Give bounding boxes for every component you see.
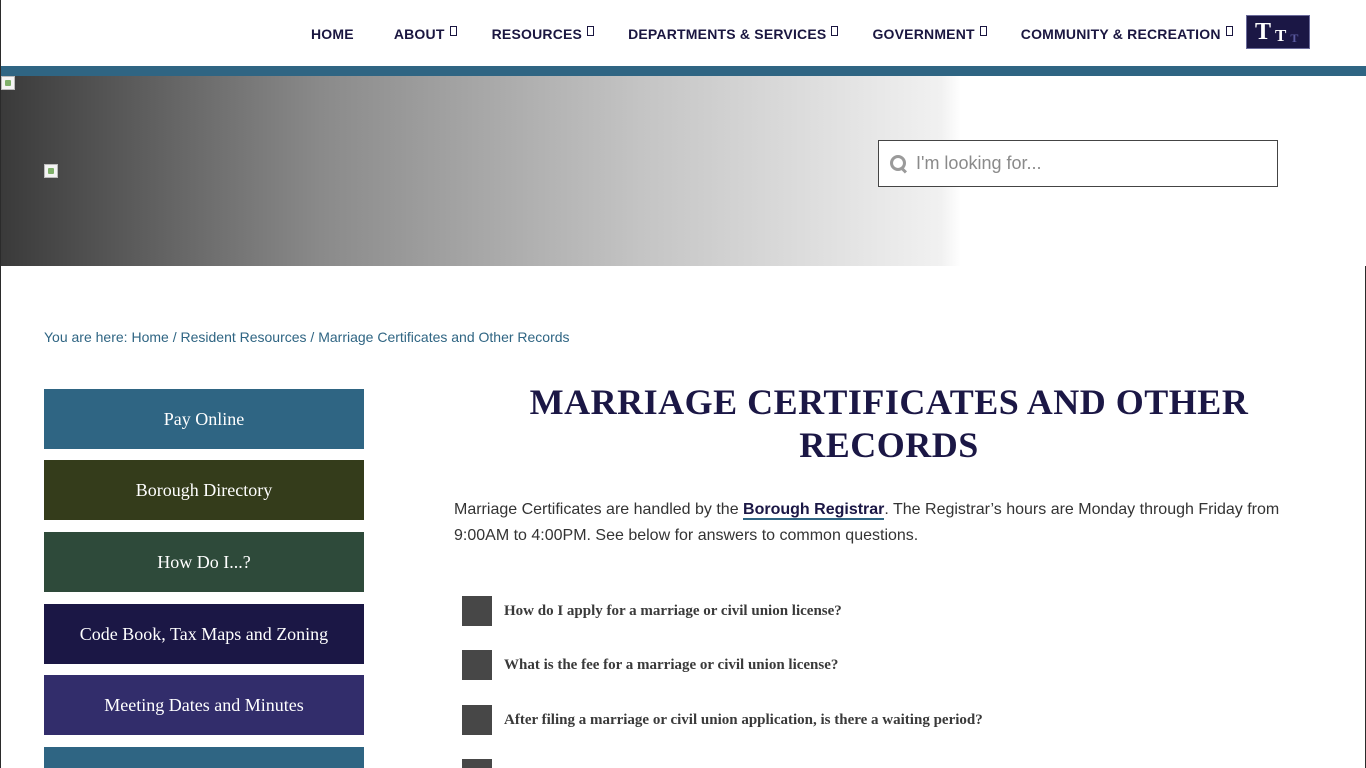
intro-paragraph: Marriage Certificates are handled by the… bbox=[454, 497, 1294, 549]
dropdown-icon bbox=[587, 26, 595, 36]
top-navigation: HOME ABOUT RESOURCES DEPARTMENTS & SERVI… bbox=[1, 0, 1366, 66]
broken-image-icon bbox=[1, 76, 15, 90]
nav-item-label: COMMUNITY & RECREATION bbox=[1020, 26, 1221, 42]
faq-question: How do I apply for a marriage or civil u… bbox=[504, 602, 842, 619]
breadcrumb-separator: / bbox=[168, 329, 181, 345]
search-input[interactable] bbox=[916, 153, 1256, 174]
button-label: Borough Directory bbox=[135, 479, 273, 500]
site-logo[interactable]: T T T bbox=[1246, 15, 1310, 49]
button-label: Meeting Dates and Minutes bbox=[104, 694, 304, 715]
nav-item-label: ABOUT bbox=[393, 26, 445, 42]
nav-item-label: RESOURCES bbox=[491, 26, 583, 42]
breadcrumb-prefix: You are here: bbox=[44, 329, 132, 345]
breadcrumb-resident-resources[interactable]: Resident Resources bbox=[180, 329, 306, 345]
borough-registrar-link[interactable]: Borough Registrar bbox=[743, 501, 885, 520]
dropdown-icon bbox=[449, 26, 457, 36]
faq-question: What is the fee for a marriage or civil … bbox=[504, 656, 839, 673]
nav-item-label: HOME bbox=[311, 26, 354, 42]
meeting-dates-button[interactable]: Meeting Dates and Minutes bbox=[44, 675, 364, 735]
breadcrumb-separator: / bbox=[306, 329, 319, 345]
logo-letter: T bbox=[1255, 19, 1272, 45]
dropdown-icon bbox=[1225, 26, 1233, 36]
faq-item[interactable]: After filing a marriage or civil union a… bbox=[462, 705, 983, 735]
faq-item[interactable] bbox=[462, 759, 504, 768]
faq-toggle-icon[interactable] bbox=[462, 705, 492, 735]
logo-letter: T bbox=[1290, 31, 1299, 45]
logo-letter: T bbox=[1275, 26, 1287, 45]
nav-item-departments-services[interactable]: DEPARTMENTS & SERVICES bbox=[628, 26, 839, 42]
nav-menu: HOME ABOUT RESOURCES DEPARTMENTS & SERVI… bbox=[311, 26, 1233, 42]
breadcrumb: You are here: Home / Resident Resources … bbox=[44, 329, 570, 345]
faq-toggle-icon[interactable] bbox=[462, 759, 492, 768]
borough-directory-button[interactable]: Borough Directory bbox=[44, 460, 364, 520]
button-label: Pay Online bbox=[163, 408, 245, 429]
nav-item-community-recreation[interactable]: COMMUNITY & RECREATION bbox=[1021, 26, 1233, 42]
nav-accent-strip bbox=[1, 66, 1366, 76]
nav-item-resources[interactable]: RESOURCES bbox=[491, 26, 595, 42]
search-icon bbox=[890, 154, 908, 174]
page-title-line: RECORDS bbox=[799, 425, 979, 465]
breadcrumb-current: Marriage Certificates and Other Records bbox=[318, 329, 570, 345]
faq-toggle-icon[interactable] bbox=[462, 650, 492, 680]
code-book-button[interactable]: Code Book, Tax Maps and Zoning bbox=[44, 604, 364, 664]
breadcrumb-home[interactable]: Home bbox=[131, 329, 168, 345]
dropdown-icon bbox=[979, 26, 987, 36]
nav-item-home[interactable]: HOME bbox=[311, 26, 354, 42]
how-do-i-button[interactable]: How Do I...? bbox=[44, 532, 364, 592]
page-title: MARRIAGE CERTIFICATES AND OTHER RECORDS bbox=[454, 381, 1324, 467]
faq-item[interactable]: What is the fee for a marriage or civil … bbox=[462, 650, 838, 680]
dropdown-icon bbox=[831, 26, 839, 36]
button-label: Code Book, Tax Maps and Zoning bbox=[79, 623, 329, 644]
faq-question: After filing a marriage or civil union a… bbox=[504, 711, 983, 728]
site-search[interactable] bbox=[878, 140, 1278, 187]
button-label: How Do I...? bbox=[157, 551, 251, 572]
page-title-line: MARRIAGE CERTIFICATES AND OTHER bbox=[529, 382, 1249, 422]
nav-item-label: GOVERNMENT bbox=[872, 26, 975, 42]
nav-item-government[interactable]: GOVERNMENT bbox=[872, 26, 987, 42]
broken-image-icon bbox=[44, 164, 58, 178]
nav-item-label: DEPARTMENTS & SERVICES bbox=[628, 26, 827, 42]
pay-online-button[interactable]: Pay Online bbox=[44, 389, 364, 449]
nav-item-about[interactable]: ABOUT bbox=[394, 26, 457, 42]
faq-item[interactable]: How do I apply for a marriage or civil u… bbox=[462, 596, 842, 626]
intro-text: Marriage Certificates are handled by the bbox=[454, 501, 744, 518]
faq-toggle-icon[interactable] bbox=[462, 596, 492, 626]
sidebar-button[interactable] bbox=[44, 747, 364, 768]
